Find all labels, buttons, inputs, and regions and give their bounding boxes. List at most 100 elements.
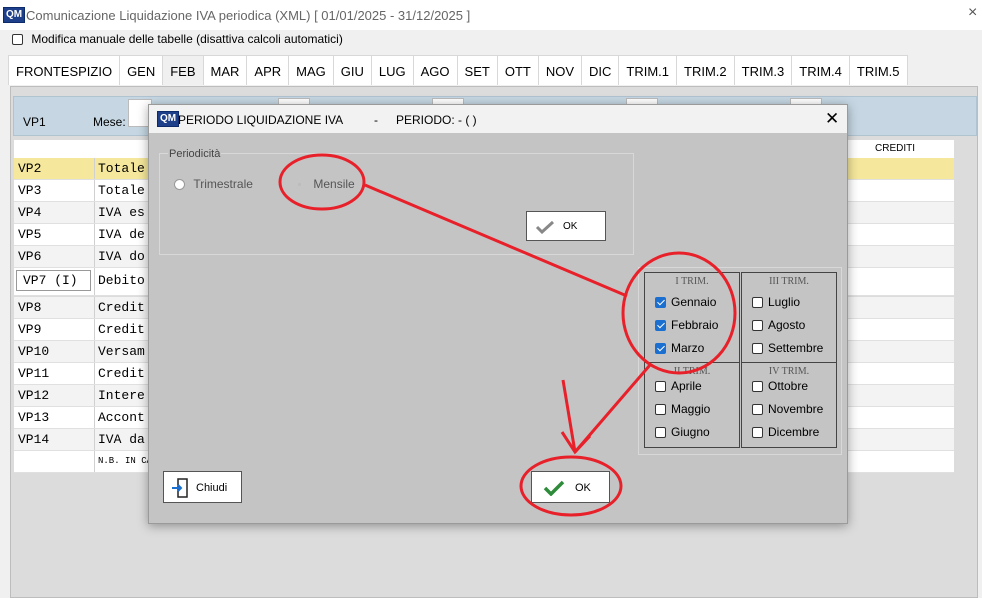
mensile-label: Mensile <box>313 177 355 191</box>
checkbox[interactable] <box>655 427 666 439</box>
month-label: Giugno <box>671 425 710 439</box>
tab-mar[interactable]: MAR <box>202 55 248 85</box>
column-separator <box>94 297 95 318</box>
radio-trimestrale-circle[interactable] <box>174 179 185 191</box>
tab-trim4[interactable]: TRIM.4 <box>791 55 850 85</box>
month-checkbox-febbraio[interactable]: Febbraio <box>655 318 718 332</box>
month-checkbox-gennaio[interactable]: Gennaio <box>655 295 716 309</box>
tab-lug[interactable]: LUG <box>370 55 414 85</box>
dialog-periodo: PERIODO: - ( ) <box>396 113 477 127</box>
manual-edit-checkbox-row[interactable]: Modifica manuale delle tabelle (disattiv… <box>12 32 343 46</box>
column-separator <box>94 224 95 245</box>
tab-trim1[interactable]: TRIM.1 <box>618 55 678 85</box>
row-description: N.B. IN CA <box>98 456 153 466</box>
tab-dic[interactable]: DIC <box>581 55 620 85</box>
row-code: VP5 <box>18 227 42 242</box>
row-code: VP14 <box>18 432 50 447</box>
month-label: Aprile <box>671 379 702 393</box>
checkbox[interactable] <box>655 297 666 309</box>
month-checkbox-settembre[interactable]: Settembre <box>752 341 823 355</box>
checkbox[interactable] <box>752 343 763 355</box>
dialog-close-icon[interactable]: ✕ <box>825 109 839 129</box>
tab-ott[interactable]: OTT <box>496 55 539 85</box>
tab-trim2[interactable]: TRIM.2 <box>676 55 735 85</box>
month-checkbox-agosto[interactable]: Agosto <box>752 318 805 332</box>
ok-small-label: OK <box>563 221 578 232</box>
ok-small-button[interactable]: OK <box>526 211 606 241</box>
radio-mensile-circle[interactable] <box>294 179 305 191</box>
tab-giu[interactable]: GIU <box>332 55 372 85</box>
month-label: Febbraio <box>671 318 719 332</box>
tab-set[interactable]: SET <box>456 55 498 85</box>
exit-door-icon <box>172 478 188 498</box>
tab-frontespizio[interactable]: FRONTESPIZIO <box>8 55 121 85</box>
manual-edit-label: Modifica manuale delle tabelle (disattiv… <box>31 32 343 46</box>
column-separator <box>94 407 95 428</box>
column-separator <box>94 268 95 295</box>
month-checkbox-maggio[interactable]: Maggio <box>655 402 710 416</box>
checkbox[interactable] <box>752 427 763 439</box>
tab-trim3[interactable]: TRIM.3 <box>733 55 793 85</box>
month-checkbox-ottobre[interactable]: Ottobre <box>752 379 808 393</box>
month-label: Dicembre <box>768 425 820 439</box>
check-icon <box>543 480 565 496</box>
row-description: Totale <box>98 161 145 176</box>
checkbox[interactable] <box>752 404 763 416</box>
month-checkbox-dicembre[interactable]: Dicembre <box>752 425 819 439</box>
chiudi-label: Chiudi <box>196 482 228 494</box>
manual-edit-checkbox[interactable] <box>12 34 23 46</box>
ok-button[interactable]: OK <box>531 471 610 503</box>
tab-ago[interactable]: AGO <box>412 55 458 85</box>
chiudi-button[interactable]: Chiudi <box>163 471 242 503</box>
tab-mag[interactable]: MAG <box>288 55 334 85</box>
month-checkbox-aprile[interactable]: Aprile <box>655 379 702 393</box>
window-title: Comunicazione Liquidazione IVA periodica… <box>26 8 471 23</box>
mese-label: Mese: <box>93 115 126 129</box>
tab-trim5[interactable]: TRIM.5 <box>848 55 908 85</box>
column-separator <box>94 341 95 362</box>
checkbox[interactable] <box>752 320 763 332</box>
checkbox[interactable] <box>752 381 763 393</box>
row-description: Intere <box>98 388 145 403</box>
vp1-code: VP1 <box>23 115 46 129</box>
app-logo: QM <box>3 7 26 23</box>
month-checkbox-giugno[interactable]: Giugno <box>655 425 710 439</box>
row-code: VP6 <box>18 249 42 264</box>
quarter-header: II TRIM. <box>673 366 711 377</box>
row-code[interactable]: VP7 (I) <box>16 270 91 291</box>
month-checkbox-luglio[interactable]: Luglio <box>752 295 800 309</box>
dialog-title: PERIODO LIQUIDAZIONE IVA <box>178 113 344 127</box>
checkbox[interactable] <box>655 404 666 416</box>
quarter-box: IV TRIM. Ottobre Novembre Dicembre <box>741 362 837 448</box>
tab-gen[interactable]: GEN <box>119 55 164 85</box>
tab-nov[interactable]: NOV <box>537 55 583 85</box>
checkbox[interactable] <box>655 381 666 393</box>
dialog-title-dash: - <box>374 113 378 127</box>
column-separator <box>94 363 95 384</box>
checkbox[interactable] <box>655 343 666 355</box>
tab-feb[interactable]: FEB <box>162 55 204 85</box>
checkbox[interactable] <box>752 297 763 309</box>
radio-mensile[interactable]: Mensile <box>294 177 355 191</box>
month-label: Ottobre <box>768 379 809 393</box>
row-description: Versam <box>98 344 145 359</box>
column-separator <box>94 385 95 406</box>
tab-apr[interactable]: APR <box>246 55 290 85</box>
dialog-logo: QM <box>157 111 180 127</box>
month-checkbox-novembre[interactable]: Novembre <box>752 402 823 416</box>
quarter-header: IV TRIM. <box>768 366 810 377</box>
month-checkbox-marzo[interactable]: Marzo <box>655 341 704 355</box>
column-separator <box>94 202 95 223</box>
quarter-header: III TRIM. <box>769 276 809 287</box>
month-label: Novembre <box>768 402 824 416</box>
radio-trimestrale[interactable]: Trimestrale <box>174 177 253 191</box>
column-separator <box>94 451 95 472</box>
periodicita-label: Periodicità <box>168 148 222 160</box>
row-code: VP8 <box>18 300 42 315</box>
close-icon[interactable]: × <box>968 4 982 22</box>
month-label: Marzo <box>671 341 705 355</box>
row-code: VP2 <box>18 161 42 176</box>
column-separator <box>94 180 95 201</box>
checkbox[interactable] <box>655 320 666 332</box>
column-separator <box>94 429 95 450</box>
